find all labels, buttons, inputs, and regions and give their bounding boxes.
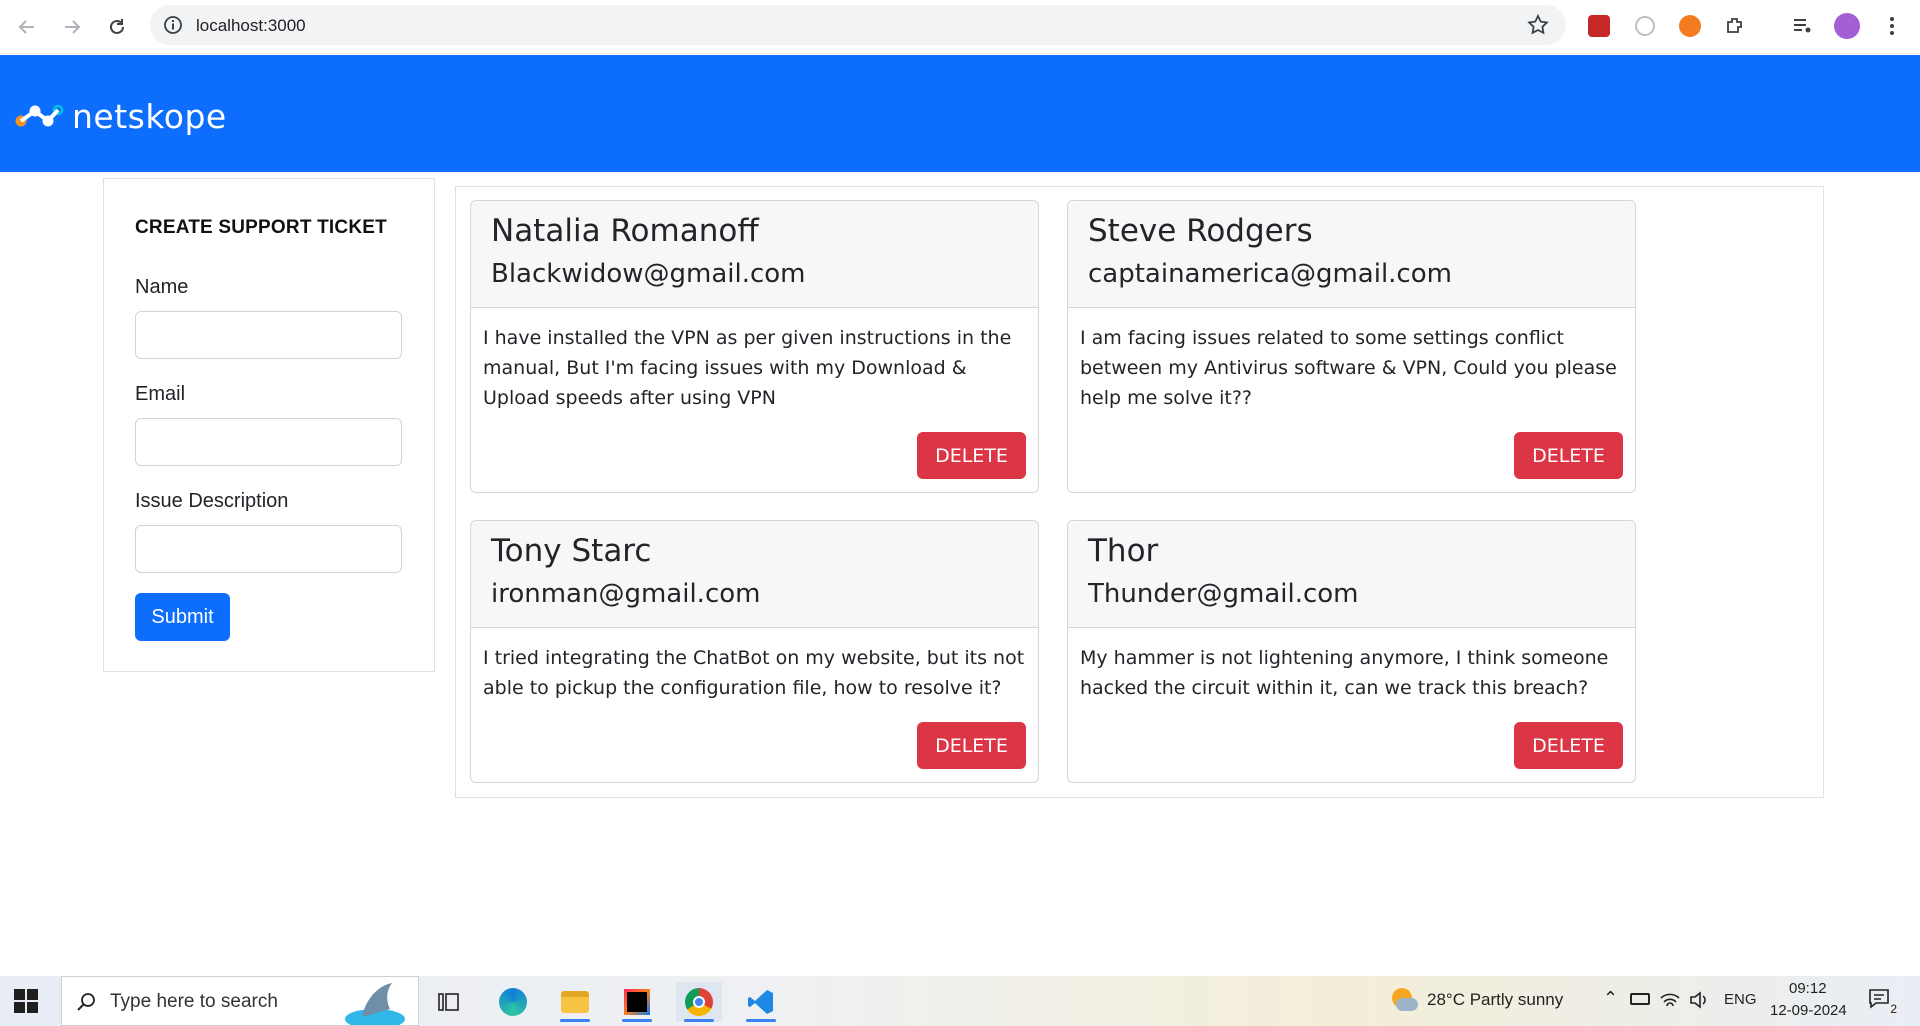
ticket-name: Thor xyxy=(1088,533,1159,569)
delete-button[interactable]: DELETE xyxy=(1514,432,1623,479)
issue-description-label: Issue Description xyxy=(135,490,289,512)
media-queue-icon[interactable] xyxy=(1788,12,1816,40)
weather-text[interactable]: 28°C Partly sunny xyxy=(1427,990,1563,1010)
name-label: Name xyxy=(135,276,189,298)
tickets-container: Natalia Romanoff Blackwidow@gmail.com I … xyxy=(455,186,1824,798)
reload-icon[interactable] xyxy=(102,12,132,42)
ticket-header: Tony Starc ironman@gmail.com xyxy=(471,521,1038,628)
ticket-email: captainamerica@gmail.com xyxy=(1088,259,1452,289)
name-input[interactable] xyxy=(135,311,402,359)
delete-button[interactable]: DELETE xyxy=(917,722,1026,769)
clock-date[interactable]: 12-09-2024 xyxy=(1770,1002,1847,1019)
language-indicator[interactable]: ENG xyxy=(1724,991,1757,1008)
ticket-header: Thor Thunder@gmail.com xyxy=(1068,521,1635,628)
delete-button[interactable]: DELETE xyxy=(1514,722,1623,769)
ticket-email: ironman@gmail.com xyxy=(491,579,761,609)
search-icon xyxy=(76,991,98,1018)
battery-icon[interactable] xyxy=(1630,993,1650,1005)
vscode-icon[interactable] xyxy=(738,982,784,1022)
ticket-name: Natalia Romanoff xyxy=(491,213,759,249)
search-placeholder: Type here to search xyxy=(110,991,278,1012)
ticket-email: Blackwidow@gmail.com xyxy=(491,259,806,289)
form-title: CREATE SUPPORT TICKET xyxy=(135,217,387,238)
ticket-name: Tony Starc xyxy=(491,533,652,569)
ticket-email: Thunder@gmail.com xyxy=(1088,579,1359,609)
delete-button[interactable]: DELETE xyxy=(917,432,1026,479)
address-bar[interactable]: localhost:3000 xyxy=(150,5,1566,45)
netskope-logo[interactable]: netskope xyxy=(14,97,227,136)
task-view-icon[interactable] xyxy=(427,982,473,1022)
back-icon[interactable] xyxy=(12,12,42,42)
site-info-icon[interactable] xyxy=(162,14,184,36)
ticket-header: Steve Rodgers captainamerica@gmail.com xyxy=(1068,201,1635,308)
extensions-puzzle-icon[interactable] xyxy=(1721,12,1749,40)
extension-orange-icon[interactable] xyxy=(1676,12,1704,40)
ticket-description: I have installed the VPN as per given in… xyxy=(483,327,1012,409)
file-explorer-icon[interactable] xyxy=(552,982,598,1022)
browser-toolbar: localhost:3000 xyxy=(0,0,1920,54)
ticket-description: My hammer is not lightening anymore, I t… xyxy=(1080,647,1609,699)
url-text: localhost:3000 xyxy=(196,16,306,35)
dolphin-search-highlight-icon xyxy=(345,983,405,1025)
logo-text: netskope xyxy=(72,97,227,136)
windows-start-icon[interactable] xyxy=(14,989,38,1013)
extension-gray-icon[interactable] xyxy=(1631,12,1659,40)
email-label: Email xyxy=(135,383,186,405)
ticket-name: Steve Rodgers xyxy=(1088,213,1313,249)
menu-kebab-icon[interactable] xyxy=(1878,12,1906,40)
ticket-description: I tried integrating the ChatBot on my we… xyxy=(483,647,1025,699)
wifi-icon[interactable] xyxy=(1659,990,1681,1010)
ticket-card: Steve Rodgers captainamerica@gmail.com I… xyxy=(1067,200,1636,493)
ticket-card: Thor Thunder@gmail.com My hammer is not … xyxy=(1067,520,1636,783)
email-input[interactable] xyxy=(135,418,402,466)
create-ticket-form: CREATE SUPPORT TICKET Name Email Issue D… xyxy=(103,178,435,672)
ticket-card: Natalia Romanoff Blackwidow@gmail.com I … xyxy=(470,200,1039,493)
show-hidden-icons-chevron-up-icon[interactable]: ⌃ xyxy=(1603,988,1618,1009)
issue-description-input[interactable] xyxy=(135,525,402,573)
forward-icon[interactable] xyxy=(57,12,87,42)
profile-avatar[interactable] xyxy=(1833,12,1861,40)
clock-time[interactable]: 09:12 xyxy=(1789,980,1827,997)
windows-taskbar: Type here to search 28°C Partly sunny ⌃ … xyxy=(0,976,1920,1026)
ticket-description: I am facing issues related to some setti… xyxy=(1080,327,1617,409)
bookmark-star-icon[interactable] xyxy=(1526,13,1550,37)
notification-count: 2 xyxy=(1887,1002,1900,1016)
chrome-icon[interactable] xyxy=(676,982,722,1022)
edge-browser-icon[interactable] xyxy=(490,982,536,1022)
logo-mark-icon xyxy=(15,104,64,126)
volume-icon[interactable] xyxy=(1689,990,1711,1010)
extension-red-icon[interactable] xyxy=(1585,12,1613,40)
app-header: netskope xyxy=(0,55,1920,172)
weather-icon[interactable] xyxy=(1388,986,1418,1016)
intellij-icon[interactable] xyxy=(614,982,660,1022)
ticket-card: Tony Starc ironman@gmail.com I tried int… xyxy=(470,520,1039,783)
submit-button[interactable]: Submit xyxy=(135,593,230,641)
notifications-icon[interactable]: 2 xyxy=(1868,988,1900,1016)
taskbar-search[interactable]: Type here to search xyxy=(61,976,419,1026)
ticket-header: Natalia Romanoff Blackwidow@gmail.com xyxy=(471,201,1038,308)
